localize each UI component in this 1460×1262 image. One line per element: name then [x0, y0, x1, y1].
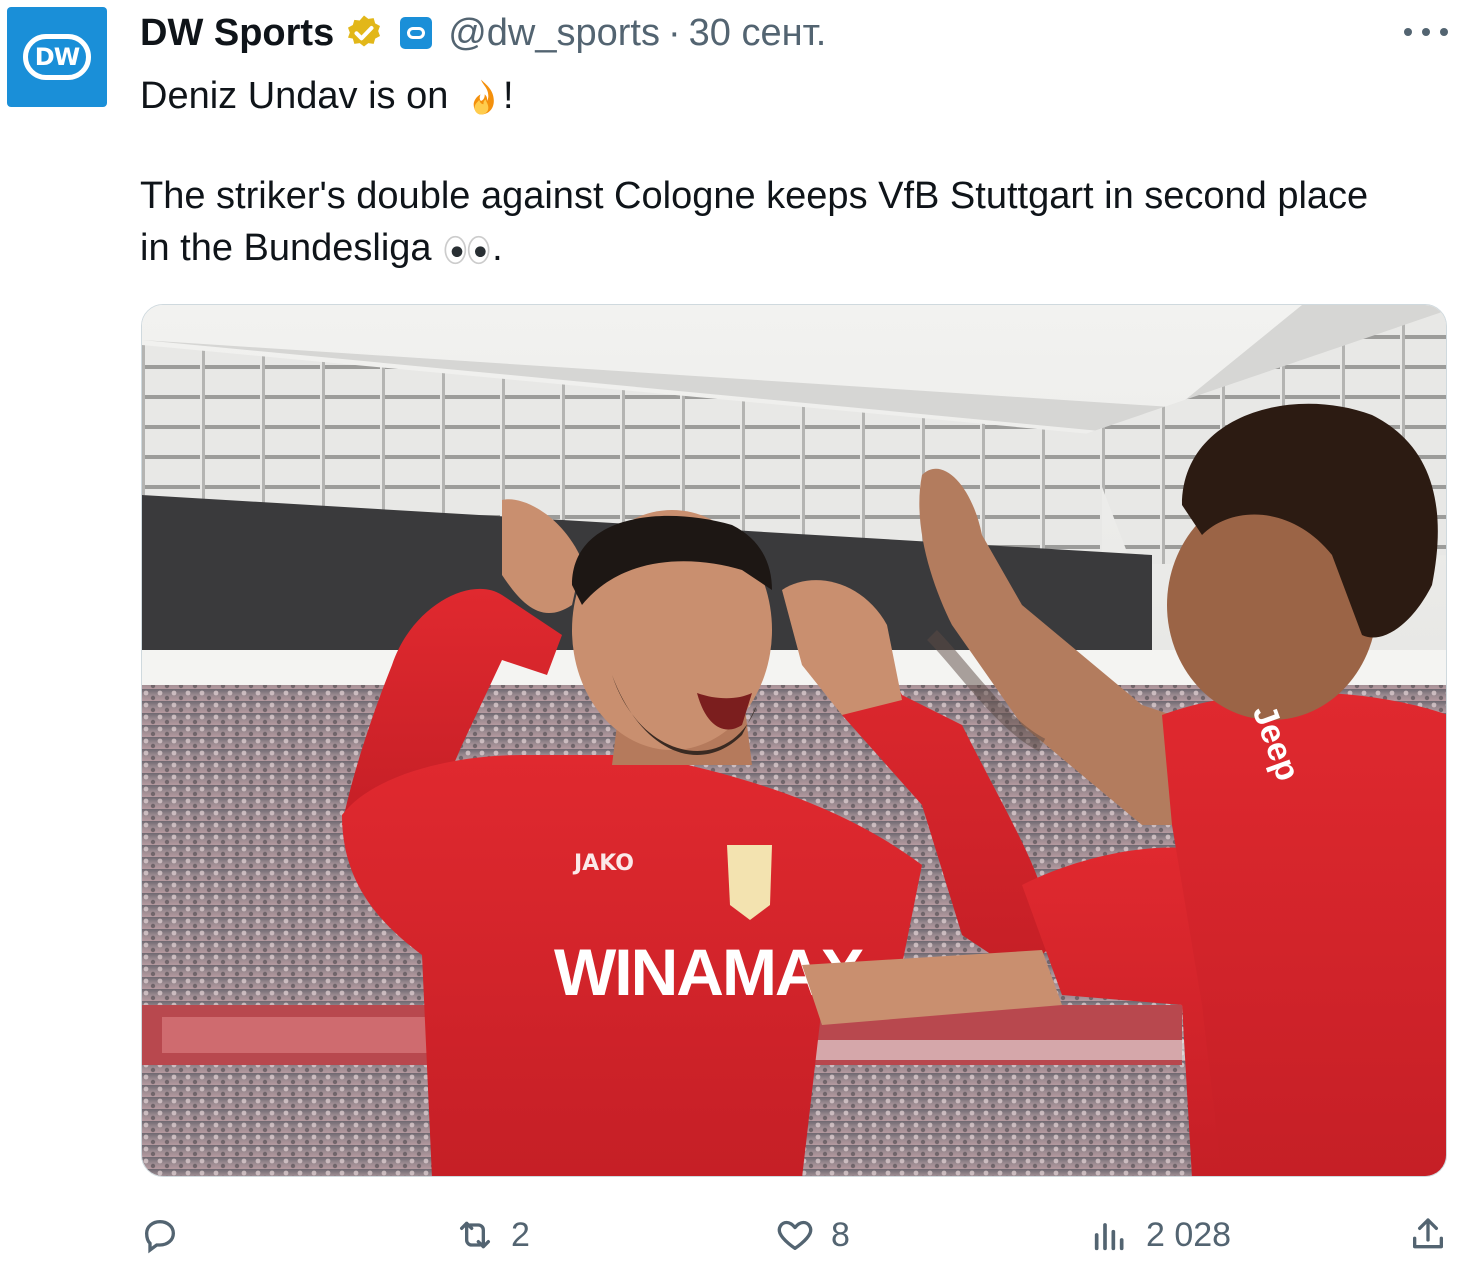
- tweet-text-part: !: [502, 75, 514, 117]
- author-name[interactable]: DW Sports: [140, 12, 334, 55]
- celebration-photo: JAKO WINAMAX Jeep: [142, 305, 1446, 1176]
- retweet-icon: [460, 1221, 490, 1249]
- dw-logo: DW: [23, 34, 91, 80]
- analytics-icon: [1094, 1223, 1124, 1251]
- heart-icon: [777, 1220, 813, 1250]
- share-icon: [1413, 1218, 1443, 1249]
- author-avatar[interactable]: DW: [7, 7, 107, 107]
- fire-emoji-icon: [473, 79, 494, 115]
- retweet-button[interactable]: 2: [455, 1208, 530, 1262]
- more-options-icon[interactable]: [1404, 20, 1448, 44]
- jersey-brand-text: JAKO: [572, 851, 634, 876]
- views-button[interactable]: 2 028: [1090, 1208, 1231, 1262]
- eyes-emoji-icon: [444, 235, 490, 265]
- tweet-text-line-3: in the Bundesliga .: [140, 222, 503, 274]
- reply-icon: [144, 1219, 176, 1254]
- tweet-text-line-1: Deniz Undav is on !: [140, 70, 514, 122]
- header-separator: ·: [667, 11, 681, 54]
- affiliation-badge-icon[interactable]: [400, 17, 433, 49]
- verified-badge-icon: [348, 15, 381, 47]
- like-count: 8: [831, 1215, 850, 1254]
- tweet-actions: 2 8 2 028: [0, 1208, 1460, 1262]
- tweet-photo[interactable]: JAKO WINAMAX Jeep: [141, 304, 1447, 1177]
- avatar-logo-text: DW: [34, 43, 80, 71]
- tweet-date[interactable]: 30 сент.: [689, 12, 827, 55]
- tweet-text-part: .: [492, 227, 503, 269]
- views-count: 2 028: [1146, 1215, 1232, 1254]
- retweet-count: 2: [511, 1215, 530, 1254]
- author-handle[interactable]: @dw_sports: [448, 12, 660, 55]
- tweet-text-part: Deniz Undav is on: [140, 75, 459, 117]
- like-button[interactable]: 8: [775, 1208, 850, 1262]
- reply-button[interactable]: [140, 1208, 196, 1262]
- share-button[interactable]: [1408, 1208, 1448, 1262]
- tweet-text-part: in the Bundesliga: [140, 227, 443, 269]
- tweet-header: DW Sports @dw_sports · 30 сент.: [140, 8, 826, 58]
- tweet-text-line-2: The striker's double against Cologne kee…: [140, 175, 1369, 217]
